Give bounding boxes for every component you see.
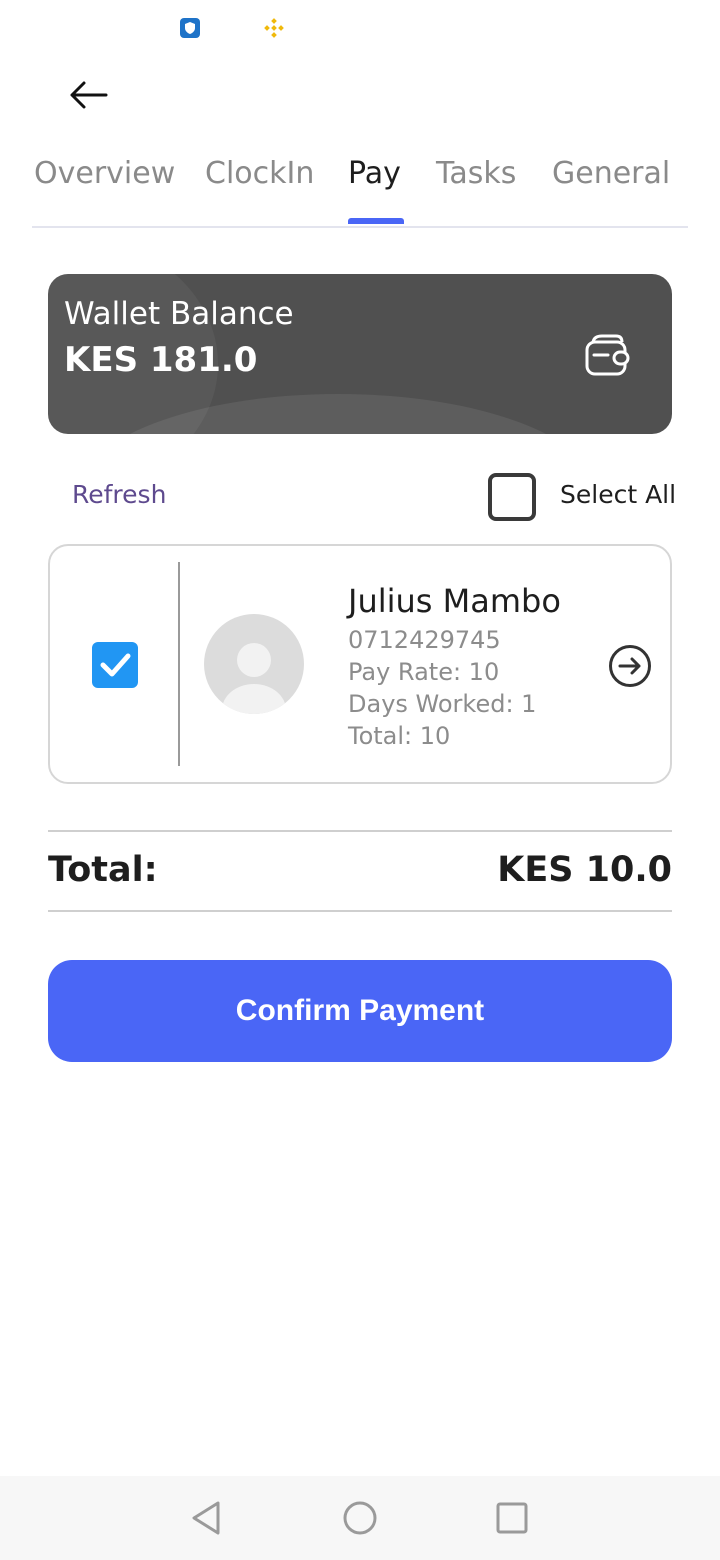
arrow-left-icon (70, 81, 108, 109)
system-nav-bar (0, 1476, 720, 1560)
wallet-title: Wallet Balance (64, 296, 294, 332)
tab-pay[interactable]: Pay (348, 156, 401, 191)
tab-overview[interactable]: Overview (34, 156, 175, 191)
avatar (204, 614, 304, 714)
confirm-payment-button[interactable]: Confirm Payment (48, 960, 672, 1062)
select-all-checkbox[interactable] (488, 473, 536, 521)
worker-name: Julius Mambo (348, 582, 561, 620)
recents-square-icon[interactable] (492, 1498, 532, 1538)
worker-checkbox[interactable] (92, 642, 138, 688)
total-value: KES 10.0 (497, 850, 672, 890)
back-triangle-icon[interactable] (186, 1498, 226, 1538)
person-placeholder-icon (222, 643, 286, 714)
card-divider (178, 562, 180, 766)
divider (48, 910, 672, 912)
divider (48, 830, 672, 832)
back-button[interactable] (60, 72, 116, 118)
worker-total: Total: 10 (348, 722, 451, 750)
shield-app-icon (180, 18, 200, 38)
active-tab-indicator (348, 218, 404, 224)
refresh-button[interactable]: Refresh (72, 480, 166, 509)
worker-card[interactable]: Julius Mambo 0712429745 Pay Rate: 10 Day… (48, 544, 672, 784)
home-circle-icon[interactable] (340, 1498, 380, 1538)
tab-clockin[interactable]: ClockIn (205, 156, 314, 191)
worker-pay-rate: Pay Rate: 10 (348, 658, 500, 686)
binance-app-icon (264, 18, 284, 38)
wallet-balance-card: Wallet Balance KES 181.0 (48, 274, 672, 434)
total-label: Total: (48, 850, 158, 890)
arrow-circle-right-icon[interactable] (608, 644, 652, 688)
tab-tasks[interactable]: Tasks (436, 156, 516, 191)
worker-phone: 0712429745 (348, 626, 501, 654)
worker-days-worked: Days Worked: 1 (348, 690, 537, 718)
tab-bar: Overview ClockIn Pay Tasks General (32, 150, 688, 228)
wallet-amount: KES 181.0 (64, 340, 258, 380)
select-all-label: Select All (560, 480, 677, 509)
wallet-icon (585, 334, 630, 376)
tab-general[interactable]: General (552, 156, 670, 191)
checkmark-icon (100, 653, 131, 677)
